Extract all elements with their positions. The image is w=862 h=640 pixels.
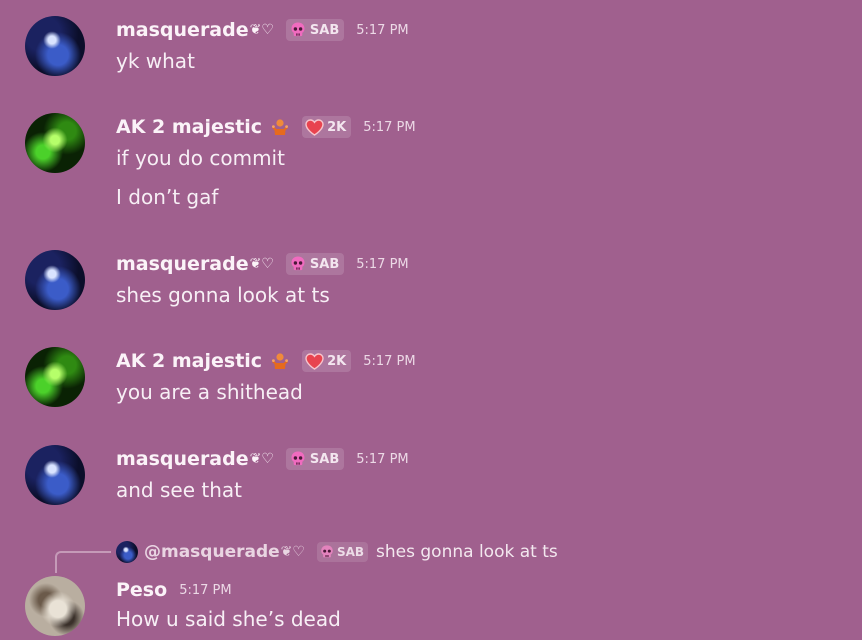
server-tag[interactable]: SAB — [285, 448, 345, 470]
skull-icon — [291, 256, 305, 271]
avatar[interactable] — [25, 347, 85, 407]
username-decoration: ❦♡ — [249, 256, 274, 272]
server-tag[interactable]: 2K — [302, 350, 352, 372]
username[interactable]: Peso — [116, 579, 167, 601]
server-tag-label: 2K — [327, 353, 347, 369]
heart-icon — [305, 118, 324, 136]
timestamp[interactable]: 5:17 PM — [363, 120, 415, 135]
hugging-figure-icon — [270, 117, 290, 137]
message-text: shes gonna look at ts — [116, 283, 330, 307]
server-tag[interactable]: 2K — [302, 116, 352, 138]
message-text: yk what — [116, 49, 195, 73]
reply-text[interactable]: shes gonna look at ts — [376, 542, 558, 562]
server-tag[interactable]: SAB — [285, 19, 345, 41]
heart-icon — [305, 352, 324, 370]
timestamp[interactable]: 5:17 PM — [363, 354, 415, 369]
message-text: How u said she’s dead — [116, 607, 341, 631]
message-header: Peso 5:17 PM — [116, 577, 232, 603]
message-text: if you do commit — [116, 146, 285, 170]
avatar[interactable] — [25, 250, 85, 310]
avatar[interactable] — [25, 113, 85, 173]
message-header: masquerade ❦♡ SAB 5:17 PM — [116, 17, 409, 43]
username-decoration: ❦♡ — [249, 451, 274, 467]
timestamp[interactable]: 5:17 PM — [179, 583, 231, 598]
server-tag: SAB — [316, 542, 369, 562]
server-tag[interactable]: SAB — [285, 253, 345, 275]
server-tag-label: 2K — [327, 119, 347, 135]
timestamp[interactable]: 5:17 PM — [356, 23, 408, 38]
server-tag-label: SAB — [309, 451, 340, 467]
timestamp[interactable]: 5:17 PM — [356, 452, 408, 467]
message-header: masquerade ❦♡ SAB 5:17 PM — [116, 251, 409, 277]
username[interactable]: AK 2 majestic — [116, 116, 262, 138]
message-text: I don’t gaf — [116, 185, 219, 209]
message-header: AK 2 majestic 2K 5:17 PM — [116, 348, 416, 374]
username[interactable]: masquerade — [116, 253, 249, 275]
reply-username[interactable]: @masquerade — [144, 542, 280, 562]
reply-connector — [55, 551, 111, 573]
skull-icon — [291, 451, 305, 466]
username-decoration: ❦♡ — [249, 22, 274, 38]
chat-message-list: masquerade ❦♡ SAB 5:17 PM yk what AK 2 m… — [0, 0, 862, 640]
message-header: masquerade ❦♡ SAB 5:17 PM — [116, 446, 409, 472]
reply-avatar — [116, 541, 138, 563]
username[interactable]: masquerade — [116, 19, 249, 41]
hugging-figure-icon — [270, 351, 290, 371]
username-decoration: ❦♡ — [280, 544, 305, 560]
username[interactable]: AK 2 majestic — [116, 350, 262, 372]
avatar[interactable] — [25, 445, 85, 505]
timestamp[interactable]: 5:17 PM — [356, 257, 408, 272]
avatar[interactable] — [25, 576, 85, 636]
avatar[interactable] — [25, 16, 85, 76]
message-text: you are a shithead — [116, 380, 303, 404]
skull-icon — [291, 22, 305, 37]
server-tag-label: SAB — [309, 256, 340, 272]
message-header: AK 2 majestic 2K 5:17 PM — [116, 114, 416, 140]
message-text: and see that — [116, 478, 242, 502]
reply-preview[interactable]: @masquerade ❦♡ SAB shes gonna look at ts — [116, 541, 558, 563]
server-tag-label: SAB — [336, 545, 365, 559]
server-tag-label: SAB — [309, 22, 340, 38]
skull-icon — [321, 545, 333, 558]
username[interactable]: masquerade — [116, 448, 249, 470]
